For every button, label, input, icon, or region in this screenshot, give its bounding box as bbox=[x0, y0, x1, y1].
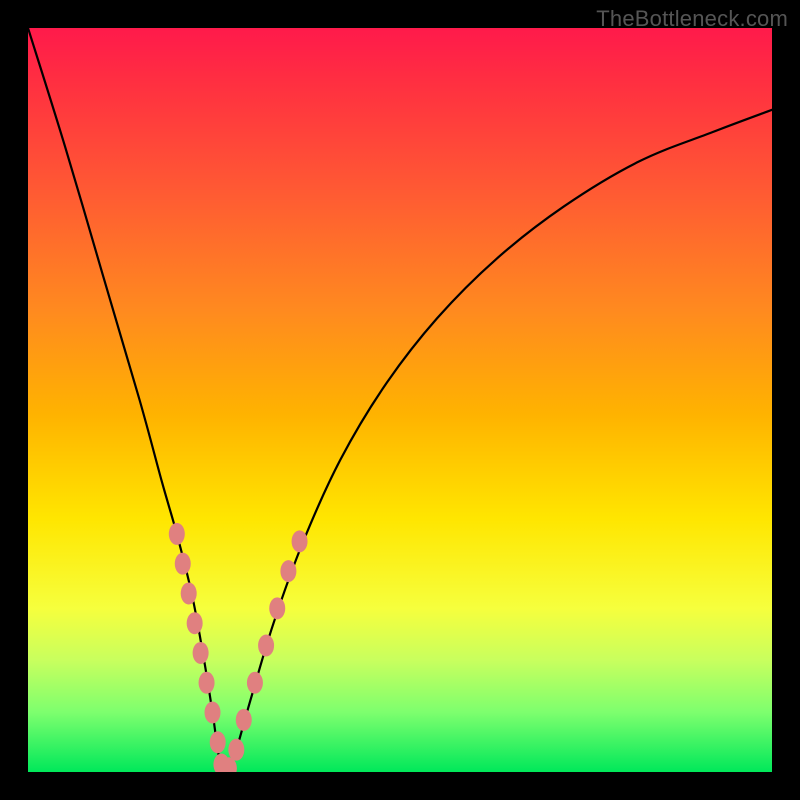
highlight-marker bbox=[280, 560, 296, 582]
highlight-marker bbox=[269, 597, 285, 619]
highlight-marker bbox=[181, 582, 197, 604]
highlight-marker bbox=[247, 672, 263, 694]
highlight-marker bbox=[258, 635, 274, 657]
highlight-marker bbox=[205, 701, 221, 723]
highlight-marker bbox=[199, 672, 215, 694]
bottleneck-curve bbox=[28, 28, 772, 772]
highlight-markers bbox=[169, 523, 308, 772]
highlight-marker bbox=[169, 523, 185, 545]
highlight-marker bbox=[193, 642, 209, 664]
chart-svg bbox=[28, 28, 772, 772]
plot-area bbox=[28, 28, 772, 772]
highlight-marker bbox=[210, 731, 226, 753]
highlight-marker bbox=[187, 612, 203, 634]
highlight-marker bbox=[175, 553, 191, 575]
chart-frame: TheBottleneck.com bbox=[0, 0, 800, 800]
highlight-marker bbox=[292, 530, 308, 552]
highlight-marker bbox=[228, 739, 244, 761]
highlight-marker bbox=[236, 709, 252, 731]
